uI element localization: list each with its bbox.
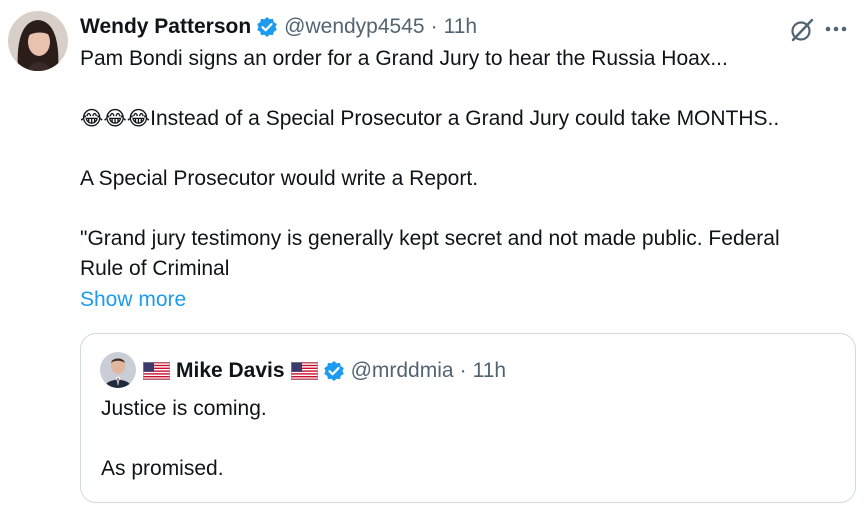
quoted-author-avatar[interactable] <box>100 352 136 388</box>
tweet-line: Rule of Criminal <box>80 257 230 280</box>
more-dots-icon[interactable] <box>820 19 856 39</box>
show-more-link[interactable]: Show more <box>80 285 186 315</box>
author-avatar[interactable] <box>8 11 68 71</box>
quoted-tweet-header: Mike Davis @mrddmia · 11h <box>143 356 506 386</box>
author-handle[interactable]: @wendyp4545 <box>284 15 424 39</box>
tweet-line: "Grand jury testimony is generally kept … <box>80 227 780 250</box>
tweet-header: Wendy Patterson @wendyp4545 · 11h <box>80 12 477 42</box>
author-name[interactable]: Wendy Patterson <box>80 15 251 39</box>
tweet-text: Pam Bondi signs an order for a Grand Jur… <box>80 44 860 284</box>
quoted-author-handle[interactable]: @mrddmia <box>351 359 454 383</box>
separator-dot: · <box>459 359 467 382</box>
quoted-tweet-timestamp[interactable]: 11h <box>473 359 506 383</box>
quoted-tweet-line: As promised. <box>101 457 224 480</box>
quoted-tweet-line: Justice is coming. <box>101 397 267 420</box>
quoted-tweet-card[interactable]: Mike Davis @mrddmia · 11h Justice is com… <box>80 333 856 503</box>
tweet-timestamp[interactable]: 11h <box>444 15 477 39</box>
quoted-tweet-text: Justice is coming. As promised. <box>101 394 267 484</box>
verified-badge-icon <box>323 360 345 382</box>
quoted-author-name[interactable]: Mike Davis <box>176 359 285 383</box>
tweet-line: A Special Prosecutor would write a Repor… <box>80 167 479 190</box>
us-flag-icon <box>143 362 170 380</box>
tweet-line: 😂😂😂Instead of a Special Prosecutor a Gra… <box>80 107 780 130</box>
separator-dot: · <box>430 15 438 38</box>
us-flag-icon <box>290 362 318 380</box>
tweet-line: Pam Bondi signs an order for a Grand Jur… <box>80 47 728 70</box>
verified-badge-icon <box>256 16 278 38</box>
grok-icon[interactable] <box>789 17 815 43</box>
laughing-emoji-icon: 😂😂😂 <box>80 108 151 130</box>
